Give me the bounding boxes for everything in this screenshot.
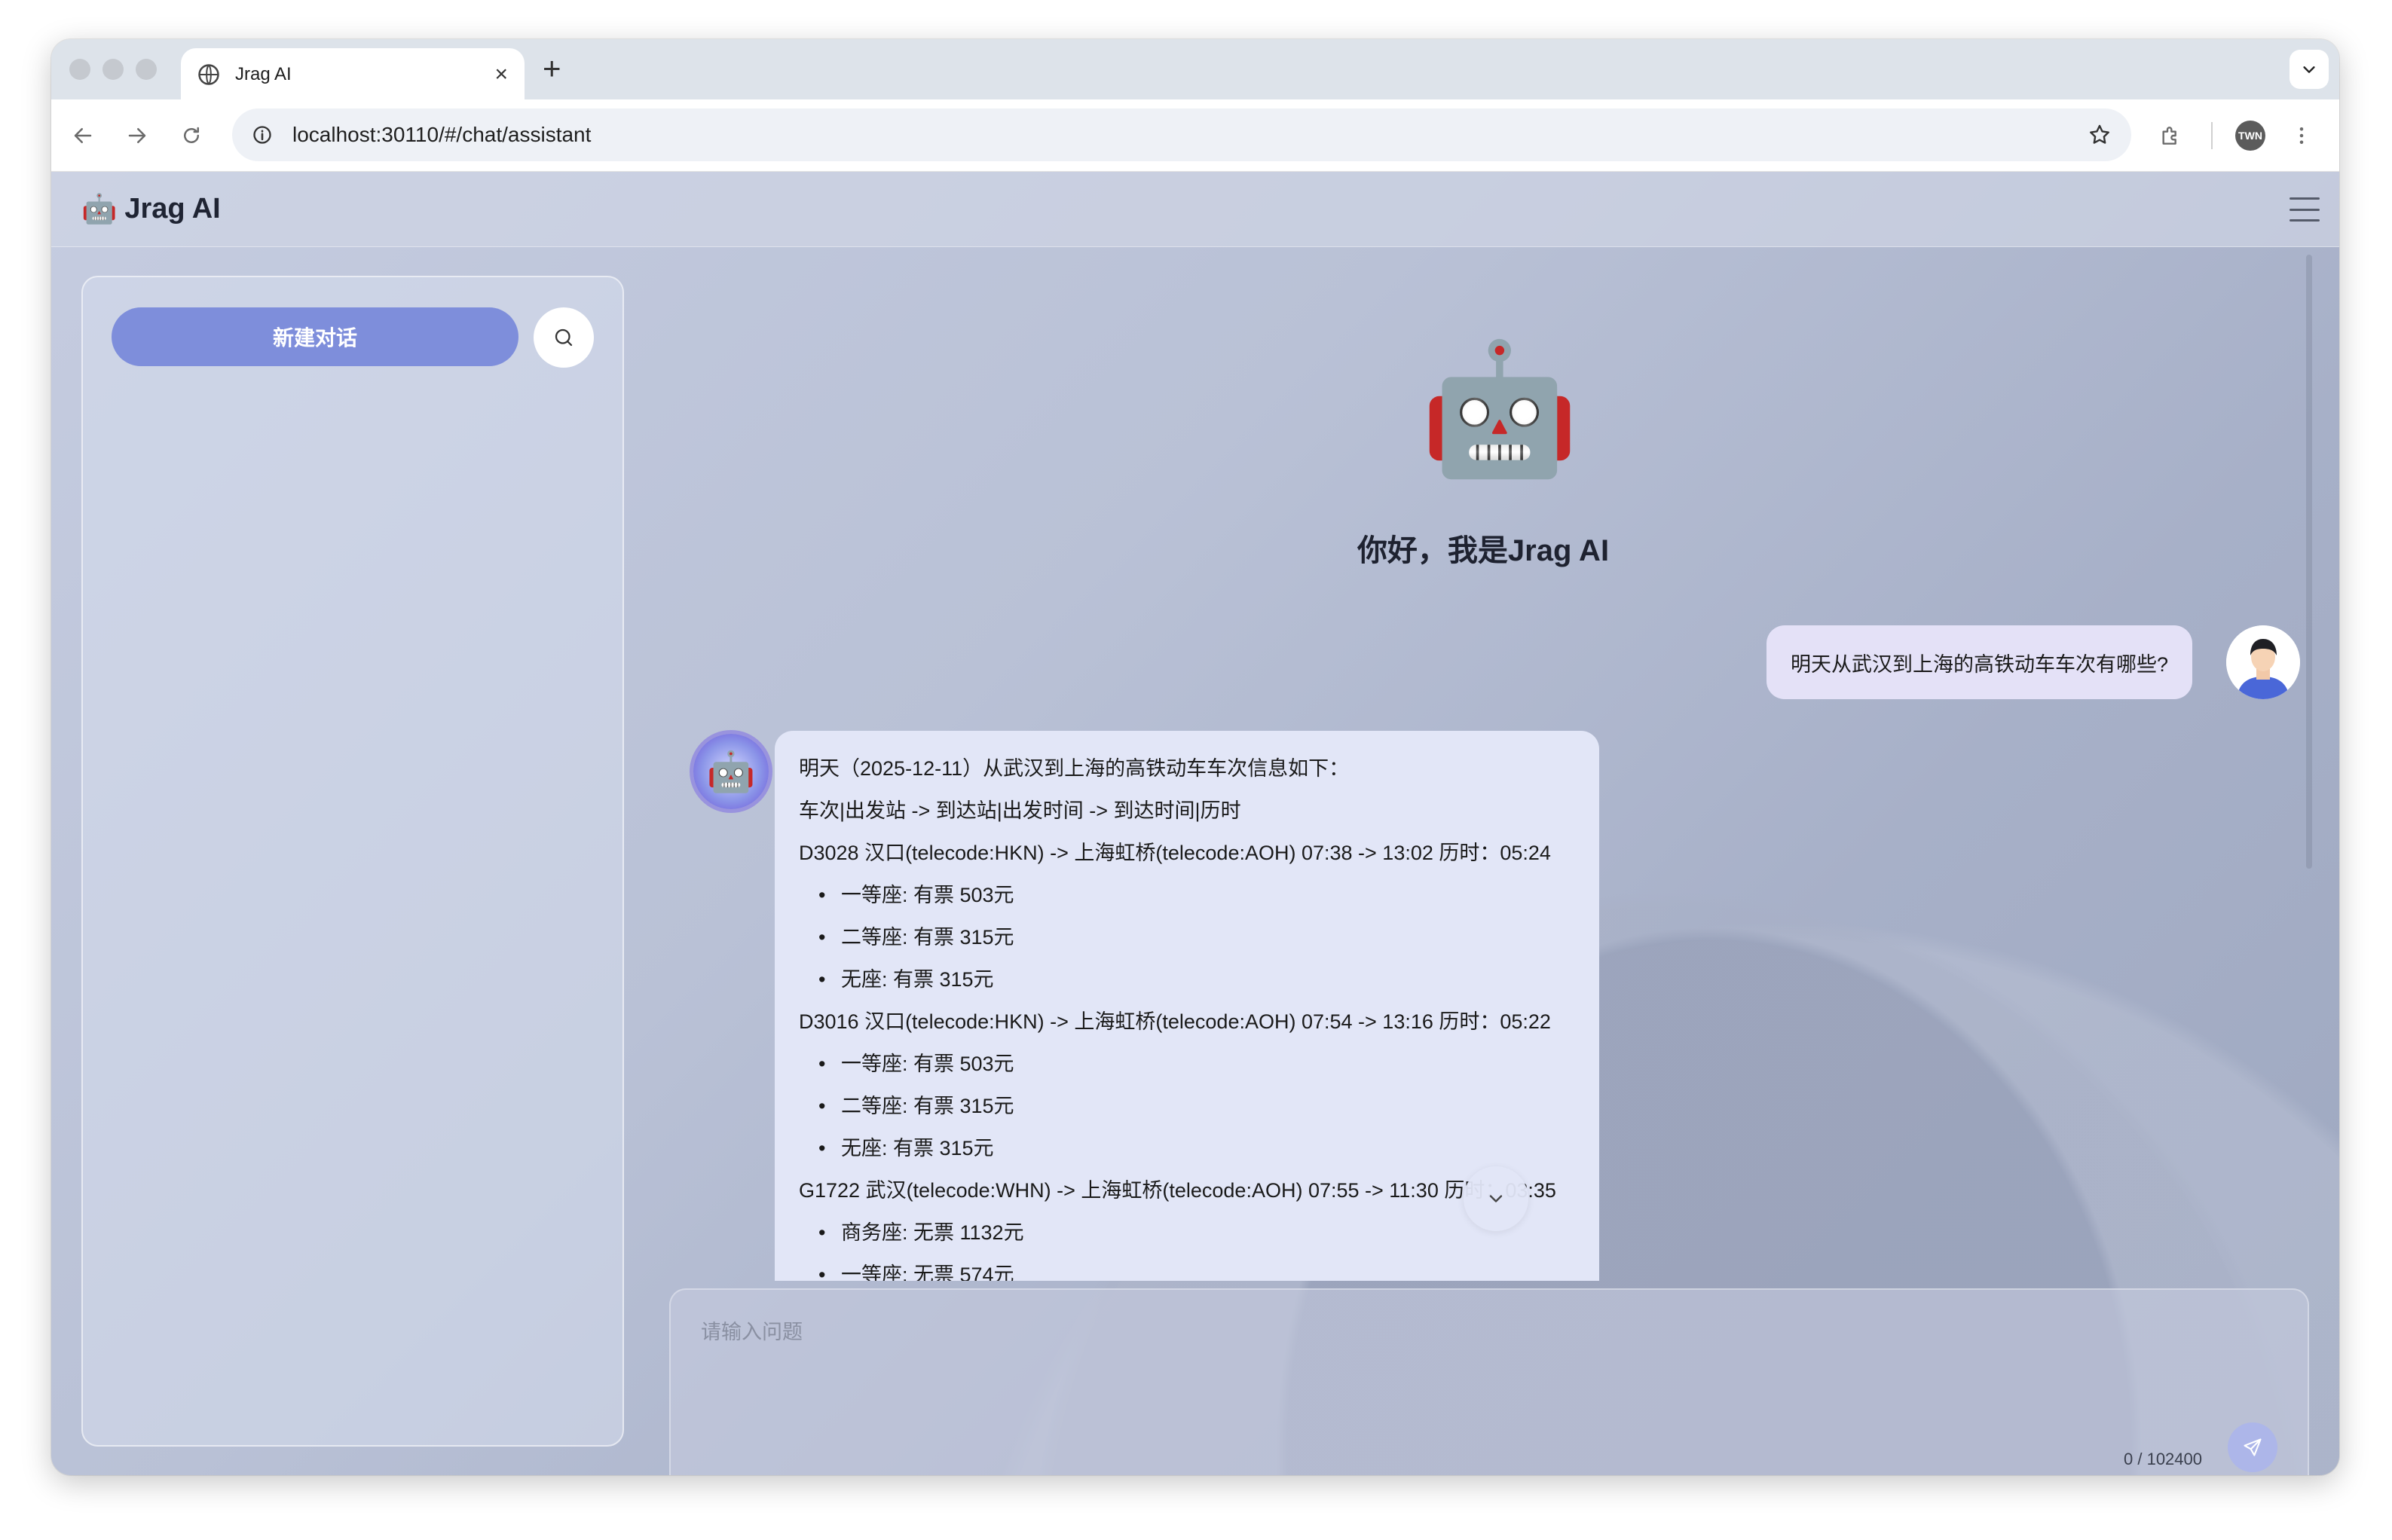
arrow-left-icon <box>74 128 92 143</box>
new-tab-button[interactable]: + <box>543 53 561 84</box>
kebab-menu-icon <box>2299 127 2304 144</box>
new-chat-button[interactable]: 新建对话 <box>112 307 518 366</box>
scroll-to-bottom-button[interactable] <box>1464 1166 1528 1231</box>
seat-bullet: 一等座: 有票 503元 <box>799 1043 1575 1085</box>
seat-bullet: 无座: 有票 315元 <box>799 958 1575 1001</box>
browser-toolbar: localhost:30110/#/chat/assistant TWN <box>51 99 2339 172</box>
user-message-bubble: 明天从武汉到上海的高铁动车车次有哪些? <box>1766 625 2193 699</box>
url-text: localhost:30110/#/chat/assistant <box>292 123 592 146</box>
bot-avatar: 🤖 <box>693 734 769 809</box>
browser-window: Jrag AI × + localhost:30110/#/chat/assis… <box>51 39 2339 1475</box>
minimize-window-button[interactable] <box>102 59 124 80</box>
seat-bullet: 二等座: 有票 315元 <box>799 916 1575 958</box>
browser-menu-button[interactable] <box>2286 121 2317 151</box>
info-icon[interactable] <box>252 124 273 145</box>
puzzle-icon <box>2162 127 2176 145</box>
question-input[interactable]: 请输入问题 <box>701 1315 803 1345</box>
seat-bullet: 一等座: 有票 503元 <box>799 874 1575 916</box>
seat-bullet: 一等座: 无票 574元 <box>799 1254 1575 1281</box>
reload-button[interactable] <box>176 121 206 151</box>
maximize-window-button[interactable] <box>136 59 157 80</box>
chevron-down-icon <box>2303 66 2315 73</box>
train-header-line: G1722 武汉(telecode:WHN) -> 上海虹桥(telecode:… <box>799 1179 1556 1202</box>
forward-button[interactable] <box>122 121 152 151</box>
bot-message-line: 车次|出发站 -> 到达站|出发时间 -> 到达时间|历时 <box>799 799 1241 822</box>
tab-search-button[interactable] <box>2290 50 2329 89</box>
seat-bullet: 二等座: 有票 315元 <box>799 1085 1575 1127</box>
profile-avatar[interactable]: TWN <box>2235 121 2265 151</box>
seat-bullet: 商务座: 无票 1132元 <box>799 1212 1575 1254</box>
browser-tab[interactable]: Jrag AI × <box>181 48 525 101</box>
user-avatar-icon <box>2226 625 2300 699</box>
train-header-line: D3016 汉口(telecode:HKN) -> 上海虹桥(telecode:… <box>799 1010 1551 1033</box>
bookmark-star-icon[interactable] <box>2088 123 2112 147</box>
train-header-line: D3028 汉口(telecode:HKN) -> 上海虹桥(telecode:… <box>799 842 1551 864</box>
app-header: 🤖 Jrag AI <box>51 172 2339 247</box>
greeting-title: 你好，我是Jrag AI <box>1357 534 1610 567</box>
chat-scrollbar[interactable] <box>2306 255 2312 869</box>
tab-title: Jrag AI <box>235 64 292 84</box>
seat-bullet: 无座: 有票 315元 <box>799 1127 1575 1169</box>
send-icon <box>2244 1438 2262 1456</box>
extensions-button[interactable] <box>2155 121 2186 151</box>
reload-icon <box>184 127 199 143</box>
character-counter: 0 / 102400 <box>2124 1450 2202 1468</box>
search-button[interactable] <box>534 307 594 368</box>
hero-robot-icon: 🤖 <box>1420 338 1580 481</box>
tab-strip: Jrag AI × + <box>51 39 2339 101</box>
chevron-down-icon <box>1489 1195 1503 1202</box>
hamburger-menu-icon[interactable] <box>2290 194 2320 225</box>
conversation-sidebar: 新建对话 <box>81 276 624 1447</box>
arrow-right-icon <box>128 128 146 143</box>
search-icon <box>555 328 573 347</box>
address-bar[interactable]: localhost:30110/#/chat/assistant <box>232 108 2131 161</box>
bot-message-line: 明天（2025-12-11）从武汉到上海的高铁动车车次信息如下： <box>799 757 1350 780</box>
app-brand: Jrag AI <box>124 193 221 225</box>
close-window-button[interactable] <box>69 59 90 80</box>
robot-logo-icon: 🤖 <box>81 193 118 225</box>
back-button[interactable] <box>68 121 98 151</box>
user-avatar <box>2226 625 2300 699</box>
globe-icon <box>198 64 219 85</box>
app-root: 🤖 Jrag AI 新建对话 🤖 你好，我是Jrag AI 明天从武汉到上海的高… <box>51 172 2339 1475</box>
send-button[interactable] <box>2228 1422 2277 1472</box>
toolbar-divider <box>2211 122 2213 149</box>
close-tab-icon[interactable]: × <box>494 63 508 86</box>
message-composer[interactable]: 请输入问题 0 / 102400 <box>669 1288 2309 1475</box>
